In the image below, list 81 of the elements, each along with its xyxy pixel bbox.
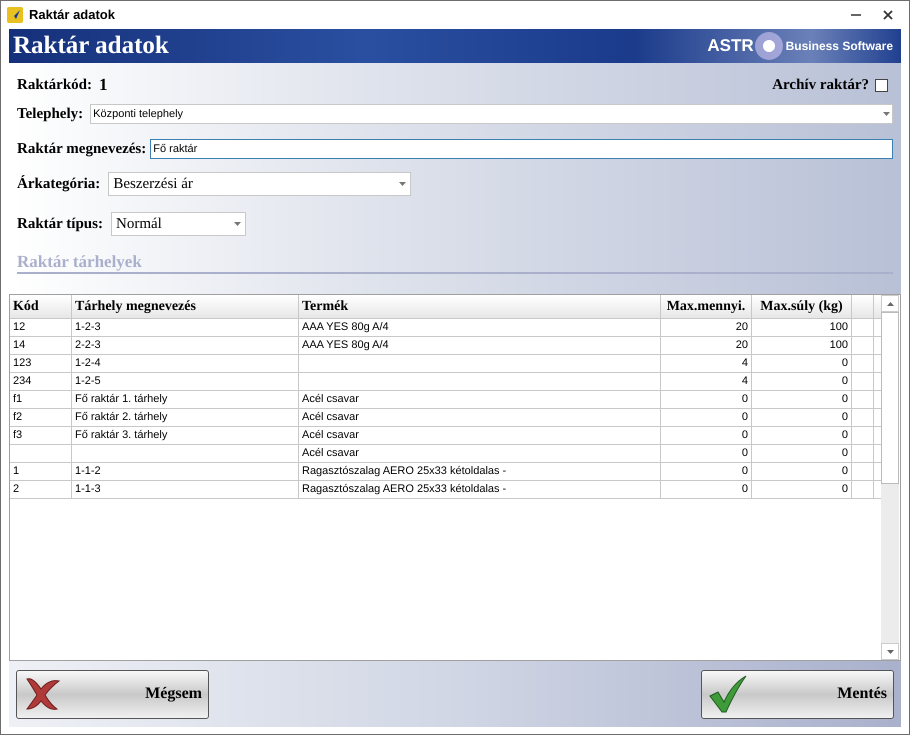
price-category-dropdown[interactable]: Beszerzési ár	[108, 172, 412, 196]
table-cell-text: 0	[742, 464, 748, 480]
code-value: 1	[99, 74, 108, 96]
column-header[interactable]: Max.súly (kg)	[752, 295, 852, 318]
archive-label: Archív raktár?	[772, 76, 869, 95]
archive-checkbox[interactable]	[875, 78, 888, 92]
name-label: Raktár megnevezés:	[17, 140, 146, 159]
window-title: Raktár adatok	[29, 6, 115, 24]
table-cell-text: 123	[13, 356, 32, 372]
type-label: Raktár típus:	[17, 214, 103, 234]
table-cell-text: 1-2-5	[75, 374, 101, 390]
table-cell-text: 0	[742, 428, 748, 444]
dropdown-caret-icon[interactable]	[399, 182, 406, 186]
app-icon	[7, 7, 23, 23]
table-cell-text: 1-1-2	[75, 464, 101, 480]
glare-icon	[754, 31, 784, 61]
table-cell-text: Acél csavar	[302, 392, 359, 408]
table-cell-text: 0	[842, 410, 848, 426]
table-cell-text: 0	[842, 392, 848, 408]
section-title: Raktár tárhelyek	[17, 253, 143, 270]
table-cell-text: 4	[742, 374, 748, 390]
table-cell-text: 234	[13, 374, 32, 390]
table-cell-text: Fő raktár 1. tárhely	[75, 392, 168, 408]
brand-tagline: Business Software	[786, 38, 893, 55]
table-cell-text: 1	[13, 464, 20, 480]
table-cell-text: 1-1-3	[75, 482, 101, 498]
table-cell-text: 100	[830, 338, 848, 354]
cancel-button[interactable]: Mégsem	[16, 670, 209, 718]
code-label: Raktárkód:	[17, 76, 92, 95]
dropdown-caret-icon[interactable]	[883, 112, 890, 116]
table-cell-text: f3	[13, 428, 22, 444]
table-cell-text: 2	[13, 482, 20, 498]
save-button[interactable]: Mentés	[701, 670, 894, 718]
table-cell-text: 4	[742, 356, 748, 372]
table-cell-text: 2-2-3	[75, 338, 101, 354]
table-cell-text: Ragasztószalag AERO 25x33 kétoldalas -	[302, 482, 506, 498]
table-cell-text: 0	[742, 482, 748, 498]
table-cell-text: 100	[830, 320, 848, 336]
table-cell-text: AAA YES 80g A/4	[302, 320, 389, 336]
table-cell-text: Fő raktár 3. tárhely	[75, 428, 168, 444]
table-cell-text: 20	[736, 338, 748, 354]
scroll-up-icon[interactable]	[886, 302, 894, 306]
brand-logo-text: ASTR	[707, 35, 754, 58]
table-cell-text: 12	[13, 320, 26, 336]
site-label: Telephely:	[17, 104, 84, 124]
table-cell-text: 0	[842, 446, 848, 462]
table-cell-text: 0	[842, 356, 848, 372]
column-header[interactable]: Tárhely megnevezés	[72, 295, 299, 318]
table-cell-text: 1-2-3	[75, 320, 101, 336]
column-header[interactable]: Max.mennyi.	[661, 295, 752, 318]
banner-title: Raktár adatok	[13, 31, 169, 62]
scroll-down-icon[interactable]	[886, 650, 894, 654]
table-cell-text: f1	[13, 392, 22, 408]
table-cell-text: 1-2-4	[75, 356, 101, 372]
vertical-scrollbar[interactable]	[881, 295, 899, 660]
table-cell-text: 0	[842, 428, 848, 444]
table-cell-text: 0	[742, 410, 748, 426]
table-cell-text: Acél csavar	[302, 428, 359, 444]
table-cell-text: 0	[742, 392, 748, 408]
check-icon	[708, 674, 748, 714]
site-dropdown[interactable]: Központi telephely	[90, 104, 893, 124]
type-dropdown[interactable]: Normál	[111, 212, 246, 236]
table-cell-text: 14	[13, 338, 26, 354]
name-field[interactable]: Fő raktár	[150, 139, 893, 159]
table-cell-text: Acél csavar	[302, 446, 359, 462]
table-cell-text: 0	[842, 482, 848, 498]
table-cell-text: Acél csavar	[302, 410, 359, 426]
column-header[interactable]: Termék	[299, 295, 661, 318]
dropdown-caret-icon[interactable]	[234, 222, 241, 226]
table-cell-text: 0	[842, 464, 848, 480]
table-cell-text: 0	[742, 446, 748, 462]
column-header[interactable]: Kód	[10, 295, 72, 318]
table-cell-text: f2	[13, 410, 22, 426]
table-cell-text: Fő raktár 2. tárhely	[75, 410, 168, 426]
table-cell-text: 20	[736, 320, 748, 336]
table-cell-text: 0	[842, 374, 848, 390]
x-icon	[23, 675, 63, 713]
close-icon[interactable]	[883, 10, 893, 20]
table-cell-text: AAA YES 80g A/4	[302, 338, 389, 354]
price-category-label: Árkategória:	[17, 174, 100, 194]
table-cell-text: Ragasztószalag AERO 25x33 kétoldalas -	[302, 464, 506, 480]
